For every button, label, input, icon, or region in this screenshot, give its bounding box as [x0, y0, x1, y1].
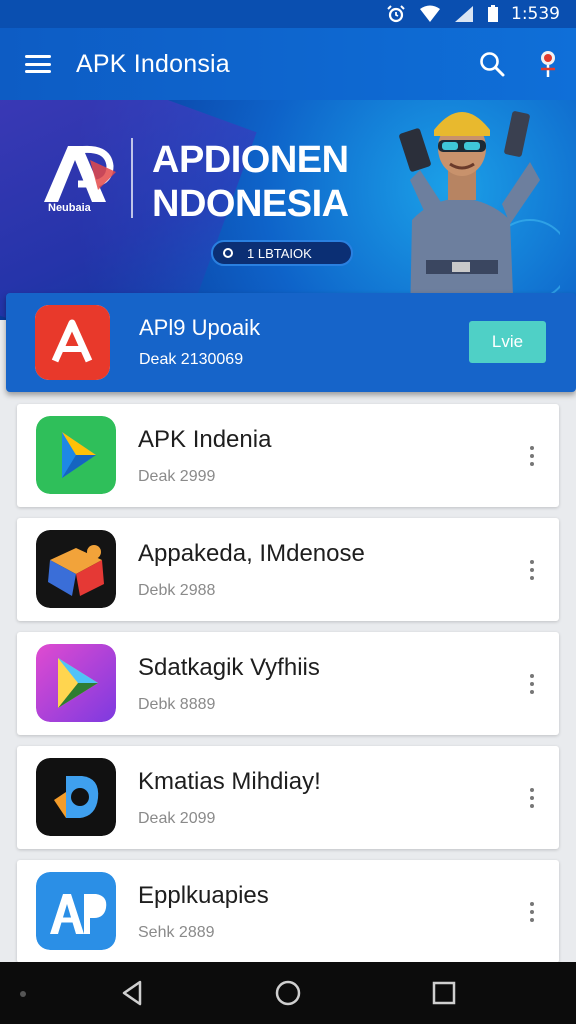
live-button[interactable]: Lvie	[469, 321, 546, 363]
recents-icon[interactable]	[429, 978, 459, 1008]
ap-letter-icon	[36, 872, 116, 950]
list-item[interactable]: Epplkuapies Sehk 2889	[17, 860, 559, 963]
hamburger-icon	[25, 55, 51, 73]
app-subtitle: Sehk 2889	[138, 924, 215, 941]
featured-app-icon	[35, 305, 110, 380]
banner-title-line1: APDIONEN	[152, 139, 349, 181]
list-item[interactable]: Kmatias Mihdiay! Deak 2099	[17, 746, 559, 849]
more-options-icon[interactable]	[522, 556, 542, 584]
pill-dot-icon	[223, 248, 233, 258]
list-item[interactable]: APK Indenia Deak 2999	[17, 404, 559, 507]
navigation-bar	[0, 962, 576, 1024]
red-badge-icon	[541, 51, 555, 77]
blue-d-icon	[36, 758, 116, 836]
featured-app-subtitle: Deak 2130069	[139, 351, 244, 368]
more-options-icon[interactable]	[522, 670, 542, 698]
menu-button[interactable]	[0, 28, 76, 100]
banner-title: APDIONEN NDONESIA	[152, 138, 349, 226]
purple-play-icon	[36, 644, 116, 722]
red-a-icon	[35, 305, 110, 380]
colorful-cube-icon	[36, 530, 116, 608]
app-name: Appakeda, IMdenose	[138, 540, 365, 567]
green-play-icon	[36, 416, 116, 494]
developer-figure-illustration	[399, 111, 560, 320]
alarm-icon	[387, 5, 405, 23]
banner-pill-label: 1 LBTAIOK	[247, 245, 312, 261]
apk-logo-icon	[44, 145, 116, 202]
banner-pill-button[interactable]: 1 LBTAIOK	[211, 240, 353, 266]
featured-app-name: APl9 Upoaik	[139, 315, 261, 340]
app-name: Kmatias Mihdiay!	[138, 768, 321, 795]
banner-title-line2: NDONESIA	[152, 183, 349, 225]
app-subtitle: Debk 2988	[138, 582, 216, 599]
app-subtitle: Debk 8889	[138, 696, 216, 713]
search-button[interactable]	[464, 28, 520, 100]
app-name: APK Indenia	[138, 426, 272, 453]
hero-banner[interactable]: Neubaia APDIONEN NDONESIA 1 LBTAIOK	[0, 100, 576, 320]
signal-icon	[455, 6, 473, 22]
logo-caption: Neubaia	[48, 202, 91, 214]
back-icon[interactable]	[118, 978, 148, 1008]
list-item[interactable]: Sdatkagik Vyfhiis Debk 8889	[17, 632, 559, 735]
notifications-button[interactable]	[520, 28, 576, 100]
app-subtitle: Deak 2099	[138, 810, 216, 827]
app-subtitle: Deak 2999	[138, 468, 216, 485]
more-options-icon[interactable]	[522, 442, 542, 470]
wifi-icon	[420, 5, 440, 22]
nav-dot-icon	[20, 991, 26, 997]
battery-icon	[488, 5, 498, 22]
app-bar: APK Indonsia	[0, 28, 576, 100]
app-name: Sdatkagik Vyfhiis	[138, 654, 320, 681]
status-bar: 1:539	[0, 0, 576, 28]
more-options-icon[interactable]	[522, 898, 542, 926]
home-icon[interactable]	[273, 978, 303, 1008]
status-time: 1:539	[511, 4, 560, 24]
search-icon	[480, 52, 505, 77]
app-name: Epplkuapies	[138, 882, 269, 909]
more-options-icon[interactable]	[522, 784, 542, 812]
featured-app-card[interactable]: APl9 Upoaik Deak 2130069 Lvie	[6, 293, 576, 392]
banner-divider	[131, 138, 133, 218]
list-item[interactable]: Appakeda, IMdenose Debk 2988	[17, 518, 559, 621]
app-title: APK Indonsia	[76, 49, 230, 78]
